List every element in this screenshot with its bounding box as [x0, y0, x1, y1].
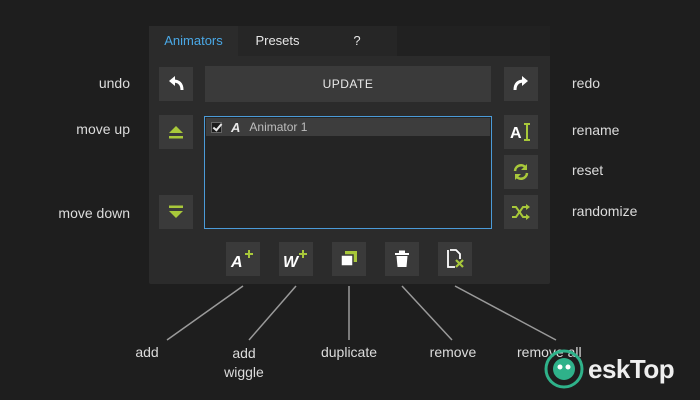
animator-type-icon: A: [231, 119, 241, 135]
animator-panel: Animators Presets ? UPDATE A Animator 1 …: [149, 26, 550, 284]
trash-icon: [395, 250, 409, 267]
svg-text:A: A: [230, 254, 243, 270]
label-add-wiggle: add wiggle: [215, 344, 273, 382]
watermark: eskTop: [544, 349, 675, 389]
label-randomize: randomize: [572, 203, 638, 219]
remove-button[interactable]: [385, 242, 419, 276]
move-up-icon: [169, 126, 183, 139]
undo-icon: [169, 76, 184, 91]
rename-icon: A: [510, 123, 530, 142]
move-up-button[interactable]: [159, 115, 193, 149]
animator-list[interactable]: A Animator 1: [204, 116, 492, 229]
shuffle-icon: [512, 204, 530, 220]
tab-animators[interactable]: Animators: [149, 26, 238, 56]
add-wiggle-button[interactable]: W: [279, 242, 313, 276]
label-rename: rename: [572, 122, 620, 138]
tab-bar-fill: [397, 26, 550, 56]
redo-icon: [513, 76, 528, 91]
label-add-wiggle-line2: wiggle: [224, 364, 264, 380]
remove-all-button[interactable]: [438, 242, 472, 276]
reset-icon: [513, 164, 529, 180]
label-move-up: move up: [76, 121, 130, 137]
undo-button[interactable]: [159, 67, 193, 101]
label-add: add: [135, 344, 159, 360]
label-reset: reset: [572, 162, 604, 178]
label-remove: remove: [429, 344, 477, 360]
redo-button[interactable]: [504, 67, 538, 101]
list-item[interactable]: A Animator 1: [206, 118, 490, 136]
rename-button[interactable]: A: [504, 115, 538, 149]
watermark-text: eskTop: [588, 353, 675, 384]
animator-name: Animator 1: [249, 120, 308, 134]
add-animator-icon: A: [230, 250, 253, 270]
label-add-wiggle-line1: add: [232, 345, 256, 361]
tab-bar: Animators Presets ?: [149, 26, 550, 56]
label-duplicate: duplicate: [320, 344, 378, 360]
label-undo: undo: [98, 75, 130, 91]
animator-checkbox[interactable]: [211, 121, 222, 133]
svg-text:W: W: [283, 254, 300, 270]
tab-help[interactable]: ?: [317, 26, 397, 56]
watermark-logo-icon: [544, 349, 584, 389]
add-wiggle-icon: W: [283, 250, 307, 270]
move-down-button[interactable]: [159, 195, 193, 229]
move-down-icon: [169, 205, 183, 218]
randomize-button[interactable]: [504, 195, 538, 229]
add-button[interactable]: A: [226, 242, 260, 276]
duplicate-button[interactable]: [332, 242, 366, 276]
reset-button[interactable]: [504, 155, 538, 189]
label-redo: redo: [572, 75, 601, 91]
tab-presets[interactable]: Presets: [238, 26, 317, 56]
update-button[interactable]: UPDATE: [205, 66, 491, 102]
remove-all-icon: [447, 249, 464, 268]
label-move-down: move down: [58, 205, 130, 221]
duplicate-icon: [340, 251, 357, 267]
svg-text:A: A: [510, 125, 522, 142]
